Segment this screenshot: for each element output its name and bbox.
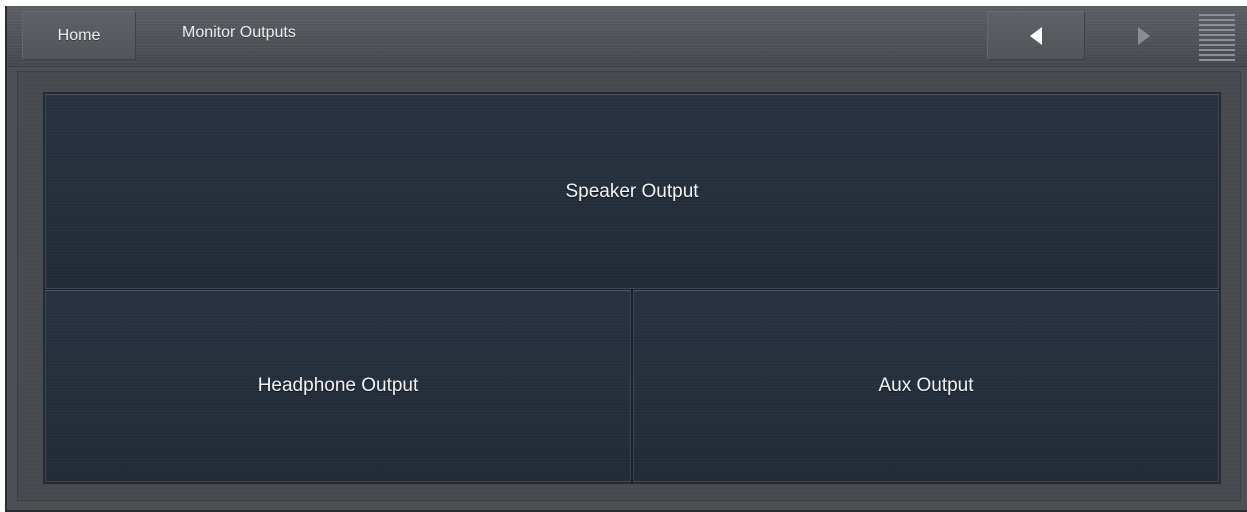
speaker-output-label: Speaker Output [565,180,699,202]
top-toolbar: Home Monitor Outputs [7,6,1247,67]
forward-button[interactable] [1105,11,1183,60]
home-button[interactable]: Home [22,11,136,60]
page-title: Monitor Outputs [182,24,296,41]
output-selector-grid: Speaker Output Headphone Output Aux Outp… [43,92,1221,484]
headphone-output-label: Headphone Output [257,375,419,396]
content-area: Speaker Output Headphone Output Aux Outp… [17,71,1241,501]
speaker-output-button[interactable]: Speaker Output [45,94,1219,289]
hamburger-menu-icon[interactable] [1199,12,1235,62]
aux-output-label: Aux Output [878,375,974,396]
aux-output-button[interactable]: Aux Output [633,290,1219,482]
back-button[interactable] [987,11,1085,60]
left-triangle-icon [1030,26,1042,45]
headphone-output-button[interactable]: Headphone Output [45,290,631,482]
app-window: Home Monitor Outputs Speaker Output Head… [5,6,1247,512]
home-button-label: Home [57,26,101,44]
right-triangle-icon [1138,26,1150,45]
